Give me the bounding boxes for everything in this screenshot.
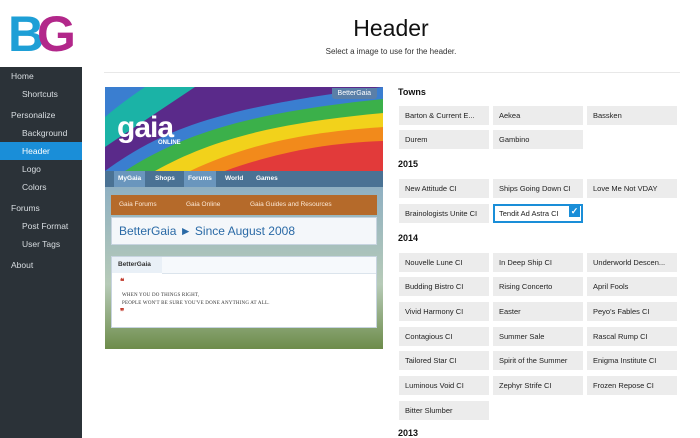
header-option[interactable]: Spirit of the Summer xyxy=(493,351,583,370)
app-logo[interactable]: B G xyxy=(0,0,82,67)
preview-tab-shops: Shops xyxy=(155,175,175,182)
header-option[interactable]: Rascal Rump CI xyxy=(587,327,677,346)
preview-quote-line: PEOPLE WON'T BE SURE YOU'VE DONE ANYTHIN… xyxy=(122,301,270,306)
header-option[interactable]: Rising Concerto xyxy=(493,277,583,296)
preview-tab-games: Games xyxy=(256,175,278,182)
header-option[interactable]: Aekea xyxy=(493,106,583,125)
quote-open-icon: ❝ xyxy=(120,277,125,286)
header-option[interactable]: Bitter Slumber xyxy=(399,401,489,420)
sidebar-item-about[interactable]: About xyxy=(0,256,82,274)
header-option[interactable]: In Deep Ship CI xyxy=(493,253,583,272)
header-option[interactable]: Nouvelle Lune CI xyxy=(399,253,489,272)
preview-logo-sub: ONLINE xyxy=(158,140,181,146)
sidebar-item-header[interactable]: Header xyxy=(0,142,82,160)
preview-tab-world: World xyxy=(225,175,244,182)
sidebar-item-background[interactable]: Background xyxy=(0,124,82,142)
page-title: Header xyxy=(353,15,429,41)
sidebar-item-shortcuts[interactable]: Shortcuts xyxy=(0,85,82,103)
header-option[interactable]: Durem xyxy=(399,130,489,149)
header-option[interactable]: Tailored Star CI xyxy=(399,351,489,370)
sidebar-item-user-tags[interactable]: User Tags xyxy=(0,235,82,253)
sidebar-item-home[interactable]: Home xyxy=(0,67,82,85)
header-option[interactable]: Love Me Not VDAY xyxy=(587,179,677,198)
section-title-towns: Towns xyxy=(398,87,426,97)
preview-card: BetterGaia ❝ WHEN YOU DO THINGS RIGHT, P… xyxy=(111,256,377,328)
header-option[interactable]: Zephyr Strife CI xyxy=(493,376,583,395)
preview-card-title: BetterGaia xyxy=(112,257,162,273)
divider xyxy=(104,72,680,73)
header-option[interactable]: Gambino xyxy=(493,130,583,149)
sidebar-item-forums[interactable]: Forums xyxy=(0,199,82,217)
preview-title-box: BetterGaia ► Since August 2008 xyxy=(111,217,377,245)
header-option[interactable]: Barton & Current E... xyxy=(399,106,489,125)
header-option[interactable]: Enigma Institute CI xyxy=(587,351,677,370)
header-preview: BetterGaia gaia ONLINE MyGaia Shops Foru… xyxy=(105,87,383,349)
sidebar-item-personalize[interactable]: Personalize xyxy=(0,106,82,124)
section-title-2013: 2013 xyxy=(398,428,419,438)
preview-tab-mygaia: MyGaia xyxy=(114,171,146,187)
sidebar-item-colors[interactable]: Colors xyxy=(0,178,82,196)
preview-crumb: Gaia Guides and Resources xyxy=(250,201,332,208)
header-option[interactable]: Ships Going Down CI xyxy=(493,179,583,198)
header-option[interactable]: Luminous Void CI xyxy=(399,376,489,395)
logo-letter-b: B xyxy=(8,6,44,62)
header-option[interactable]: Contagious CI xyxy=(399,327,489,346)
preview-crumb: Gaia Online xyxy=(186,201,221,208)
sidebar-item-logo[interactable]: Logo xyxy=(0,160,82,178)
header-option[interactable]: Bassken xyxy=(587,106,677,125)
preview-crumb: Gaia Forums xyxy=(119,201,157,208)
header-option[interactable]: New Attitude CI xyxy=(399,179,489,198)
header-option[interactable]: Frozen Repose CI xyxy=(587,376,677,395)
header-option[interactable]: Vivid Harmony CI xyxy=(399,302,489,321)
header-option[interactable]: Budding Bistro CI xyxy=(399,277,489,296)
preview-title: BetterGaia ► Since August 2008 xyxy=(119,224,295,238)
page-subtitle: Select a image to use for the header. xyxy=(325,47,457,56)
logo-letter-g: G xyxy=(37,6,76,62)
preview-tab-forums: Forums xyxy=(184,171,216,187)
sidebar-item-post-format[interactable]: Post Format xyxy=(0,217,82,235)
header-option[interactable]: Underworld Descen... xyxy=(587,253,677,272)
preview-quote-line: WHEN YOU DO THINGS RIGHT, xyxy=(122,293,200,298)
header-option[interactable]: Brainologists Unite CI xyxy=(399,204,489,223)
section-title-2014: 2014 xyxy=(398,233,419,243)
header-option[interactable]: Summer Sale xyxy=(493,327,583,346)
section-title-2015: 2015 xyxy=(398,159,419,169)
preview-badge: BetterGaia xyxy=(331,88,377,99)
preview-breadcrumb: Gaia Forums Gaia Online Gaia Guides and … xyxy=(111,195,377,215)
check-icon: ✓ xyxy=(569,206,580,217)
preview-card-headbar xyxy=(162,257,376,274)
header-option[interactable]: Peyo's Fables CI xyxy=(587,302,677,321)
header-option[interactable]: Easter xyxy=(493,302,583,321)
header-option[interactable]: April Fools xyxy=(587,277,677,296)
quote-close-icon: ❞ xyxy=(120,307,125,316)
preview-navbar: MyGaia Shops Forums World Games xyxy=(105,171,383,187)
sidebar: B G Home Shortcuts Personalize Backgroun… xyxy=(0,0,82,438)
